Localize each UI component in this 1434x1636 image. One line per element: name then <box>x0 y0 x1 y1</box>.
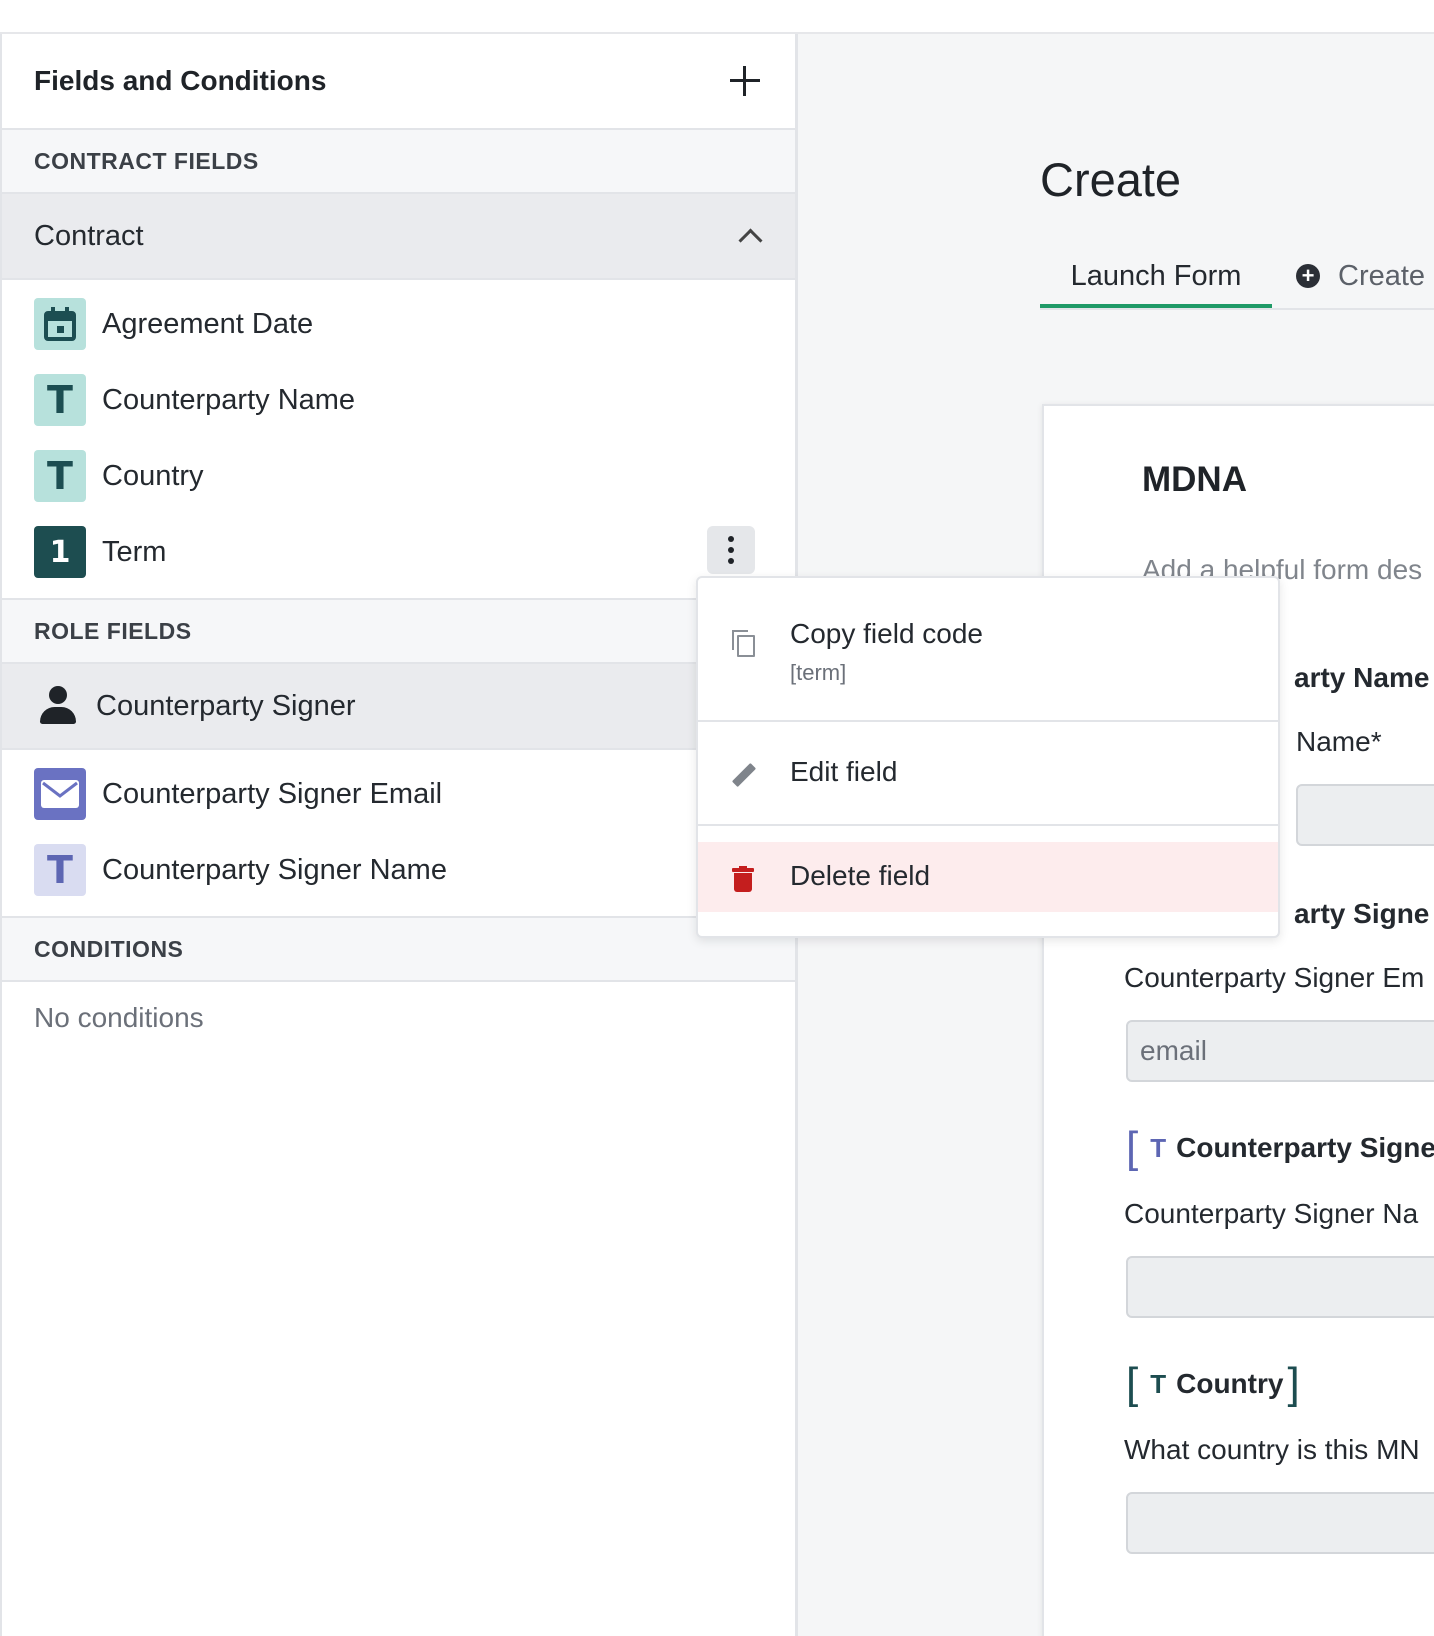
counterparty-name-input[interactable] <box>1296 784 1434 846</box>
bracket-open: [ <box>1126 1359 1139 1408</box>
person-body <box>40 707 76 724</box>
country-field-tag: [ T Country ] <box>1126 1359 1300 1408</box>
person-head <box>49 686 67 704</box>
tab-launch-form[interactable]: Launch Form <box>1040 256 1272 308</box>
top-bar <box>0 0 1434 34</box>
signer-email-input[interactable]: email <box>1126 1020 1434 1082</box>
field-counterparty-signer-name[interactable]: T Counterparty Signer Name <box>2 832 795 908</box>
role-group-label: Counterparty Signer <box>96 689 356 722</box>
pencil-icon <box>728 762 758 792</box>
field-code-text: [term] <box>790 660 847 685</box>
kebab-dot <box>728 558 734 564</box>
kebab-dot <box>728 536 734 542</box>
calendar-icon <box>34 298 86 350</box>
menu-divider <box>698 824 1278 826</box>
field-label: Country <box>102 459 204 492</box>
counterparty-signer-heading: arty Signe <box>1294 898 1430 929</box>
field-label: Agreement Date <box>102 307 314 340</box>
fields-panel: Fields and Conditions CONTRACT FIELDS Co… <box>0 34 798 1636</box>
no-conditions-text: No conditions <box>34 1002 204 1033</box>
bracket-open: [ <box>1126 1123 1139 1172</box>
counterparty-name-heading: arty Name <box>1294 662 1430 693</box>
kebab-dot <box>728 547 734 553</box>
trash-lid <box>732 868 754 872</box>
copy-icon-front <box>737 635 755 657</box>
country-input[interactable] <box>1126 1492 1434 1554</box>
contract-group-toggle[interactable]: Contract <box>2 194 795 280</box>
field-label: Counterparty Name <box>102 383 356 416</box>
menu-item-label: Edit field <box>790 756 898 787</box>
contract-field-list: Agreement Date T Counterparty Name T Cou… <box>2 280 795 598</box>
copy-icon <box>732 630 755 657</box>
signer-name-input[interactable] <box>1126 1256 1434 1318</box>
field-context-menu: Copy field code [term] Edit field Delete… <box>696 576 1280 938</box>
person-icon <box>38 686 78 726</box>
country-tag-label: Country <box>1176 1368 1284 1399</box>
bracket-close: ] <box>1287 1359 1300 1408</box>
number-icon: 1 <box>34 526 86 578</box>
add-field-button[interactable] <box>727 63 763 99</box>
tab-create-label: Create <box>1338 260 1426 292</box>
field-label: Counterparty Signer Email <box>102 777 443 810</box>
field-label: Counterparty Signer Name <box>102 853 447 886</box>
email-icon <box>34 768 86 820</box>
menu-item-edit-field[interactable]: Edit field <box>698 722 1278 822</box>
counterparty-name-label: Name* <box>1296 726 1382 757</box>
panel-title: Fields and Conditions <box>34 65 327 96</box>
signer-name-tag-label: Counterparty Signe <box>1176 1132 1434 1163</box>
field-term[interactable]: 1 Term <box>2 514 795 590</box>
more-options-button[interactable] <box>707 526 755 574</box>
country-question-label: What country is this MN <box>1124 1434 1420 1465</box>
trash-can <box>734 873 752 892</box>
text-icon: T <box>1150 1132 1167 1163</box>
signer-name-label: Counterparty Signer Na <box>1124 1198 1419 1229</box>
role-group-counterparty-signer[interactable]: Counterparty Signer <box>2 664 795 750</box>
text-icon: T <box>34 374 86 426</box>
menu-item-label: Copy field code <box>790 618 984 649</box>
field-counterparty-name[interactable]: T Counterparty Name <box>2 362 795 438</box>
page-title: Create <box>1040 153 1182 206</box>
contract-group-label: Contract <box>34 219 144 252</box>
signer-name-field-tag: [ T Counterparty Signe <box>1126 1123 1434 1172</box>
section-conditions: CONDITIONS <box>2 916 795 982</box>
trash-icon <box>732 866 754 892</box>
field-label: Term <box>102 535 167 568</box>
role-field-list: Counterparty Signer Email T Counterparty… <box>2 750 795 916</box>
plus-circle-icon: + <box>1296 264 1320 288</box>
tab-bar: Launch Form + Create <box>1040 256 1434 310</box>
menu-item-label: Delete field <box>790 860 931 891</box>
section-contract-fields: CONTRACT FIELDS <box>2 130 795 194</box>
chevron-up-icon <box>738 227 763 253</box>
menu-item-delete-field[interactable]: Delete field <box>698 842 1278 912</box>
menu-item-copy-field-code[interactable]: Copy field code [term] <box>698 578 1278 720</box>
panel-header: Fields and Conditions <box>2 34 795 130</box>
field-counterparty-signer-email[interactable]: Counterparty Signer Email <box>2 756 795 832</box>
field-agreement-date[interactable]: Agreement Date <box>2 286 795 362</box>
field-country[interactable]: T Country <box>2 438 795 514</box>
text-icon: T <box>1150 1368 1167 1399</box>
section-role-fields: ROLE FIELDS <box>2 598 795 664</box>
text-icon: T <box>34 844 86 896</box>
signer-email-label: Counterparty Signer Em <box>1124 962 1425 993</box>
text-icon: T <box>34 450 86 502</box>
tab-create[interactable]: + Create <box>1296 256 1425 308</box>
form-name[interactable]: MDNA <box>1142 460 1247 500</box>
pencil-body <box>731 762 757 788</box>
